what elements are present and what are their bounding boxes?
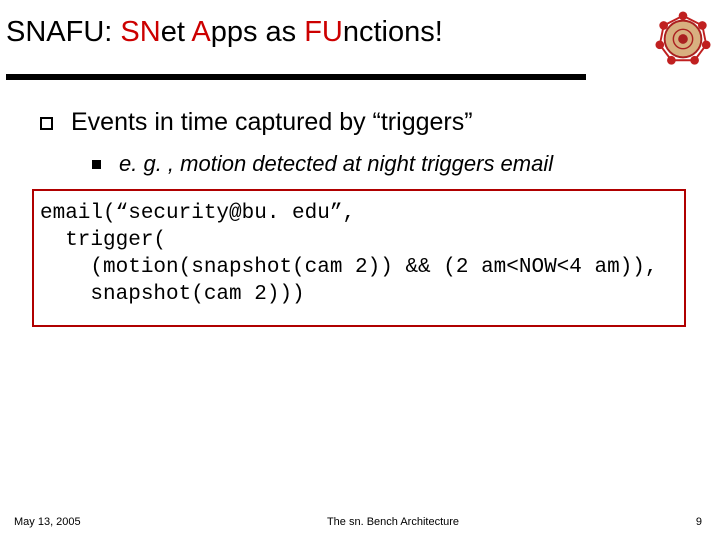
title-emph-sn: SN — [120, 16, 160, 48]
footer-page-number: 9 — [642, 516, 702, 528]
footer-center: The sn. Bench Architecture — [144, 516, 642, 528]
title-text-3: pps as — [211, 16, 305, 48]
title-row: SNAFU: SNet Apps as FUnctions! — [0, 0, 720, 68]
bullet-level-1-text: Events in time captured by “triggers” — [71, 108, 473, 137]
bullet-level-2: e. g. , motion detected at night trigger… — [20, 151, 700, 177]
code-block: email(“security@bu. edu”, trigger( (moti… — [32, 189, 686, 327]
footer-date: May 13, 2005 — [14, 516, 144, 528]
footer: May 13, 2005 The sn. Bench Architecture … — [0, 516, 720, 528]
title-text-4: nctions! — [343, 16, 443, 48]
bullet-level-2-text: e. g. , motion detected at night trigger… — [119, 151, 553, 177]
title-text-2: et — [161, 16, 192, 48]
logo-icon — [654, 10, 712, 68]
slide: SNAFU: SNet Apps as FUnctions! — [0, 0, 720, 540]
content-area: Events in time captured by “triggers” e.… — [0, 80, 720, 327]
bullet-open-square-icon — [40, 117, 53, 130]
slide-title: SNAFU: SNet Apps as FUnctions! — [6, 16, 654, 49]
code-text: email(“security@bu. edu”, trigger( (moti… — [40, 202, 658, 306]
title-emph-a: A — [191, 16, 210, 48]
bullet-solid-square-icon — [92, 160, 101, 169]
title-text-1: SNAFU: — [6, 16, 120, 48]
title-emph-fu: FU — [304, 16, 343, 48]
bullet-level-1: Events in time captured by “triggers” — [20, 108, 700, 137]
